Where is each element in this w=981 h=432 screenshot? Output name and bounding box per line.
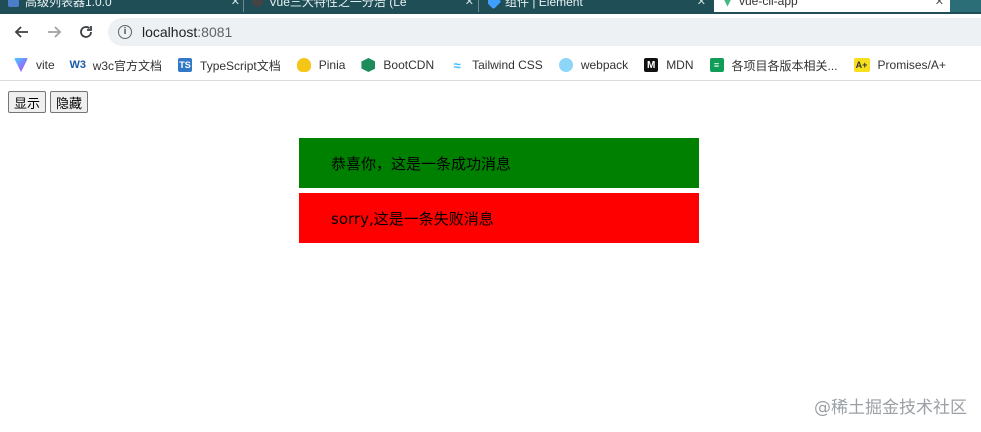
reload-button[interactable]: [72, 14, 100, 50]
tab-label: vue-cli-app: [739, 0, 798, 8]
bookmark-label: webpack: [580, 58, 629, 72]
reload-icon: [80, 26, 92, 38]
hide-button[interactable]: 隐藏: [50, 91, 89, 113]
bookmark-label: TypeScript文档: [200, 58, 281, 73]
bookmark-webpack[interactable]: webpack: [558, 58, 629, 72]
bookmarks-bar: vite W3 w3c官方文档 TS TypeScript文档 Pinia Bo…: [0, 50, 981, 81]
success-message: 恭喜你，这是一条成功消息: [299, 138, 699, 188]
page-content: 显示 隐藏 恭喜你，这是一条成功消息 sorry,这是一条失败消息 @稀土掘金技…: [0, 81, 981, 432]
close-icon[interactable]: ✕: [697, 0, 706, 8]
bookmark-w3c[interactable]: W3 w3c官方文档: [69, 57, 163, 74]
bookmark-vite[interactable]: vite: [14, 58, 55, 72]
tab-4[interactable]: vue-cli-app ✕: [714, 0, 952, 12]
bookmark-sheets[interactable]: ≡ 各项目各版本相关...: [709, 57, 838, 74]
new-tab-button[interactable]: [950, 0, 981, 12]
url-host: localhost: [142, 24, 198, 40]
promises-icon: A+: [853, 58, 870, 72]
bookmark-mdn[interactable]: M MDN: [644, 58, 694, 72]
vue-icon: [722, 0, 733, 7]
bookmark-label: Tailwind CSS: [472, 58, 543, 72]
url-port: :8081: [197, 24, 233, 40]
tab-2[interactable]: Vue三大特性之一分治 (Le ✕: [252, 0, 474, 12]
tab-divider: [243, 0, 244, 12]
bookmark-label: BootCDN: [383, 58, 435, 72]
bookmark-label: Promises/A+: [877, 58, 946, 72]
show-button[interactable]: 显示: [8, 91, 47, 113]
doc-icon: [8, 0, 19, 7]
bookmark-label: 各项目各版本相关...: [731, 58, 838, 73]
element-icon: [488, 0, 502, 9]
tab-strip: 高级列表器1.0.0 ✕ Vue三大特性之一分治 (Le ✕ 组件 | Elem…: [0, 0, 981, 14]
mdn-icon: M: [644, 58, 659, 72]
tab-divider: [478, 0, 479, 12]
tab-1[interactable]: 高级列表器1.0.0 ✕: [8, 0, 240, 12]
url-text: localhost:8081: [142, 24, 232, 40]
typescript-icon: TS: [178, 58, 193, 72]
tab-3[interactable]: 组件 | Element ✕: [488, 0, 706, 12]
avatar-icon: [252, 0, 263, 7]
close-icon[interactable]: ✕: [231, 0, 240, 8]
close-icon[interactable]: ✕: [465, 0, 474, 8]
w3c-icon: W3: [69, 59, 86, 71]
bookmark-promises[interactable]: A+ Promises/A+: [853, 58, 946, 72]
tab-label: 组件 | Element: [505, 0, 583, 9]
bookmark-label: vite: [36, 58, 55, 72]
back-button[interactable]: [8, 14, 36, 50]
bookmark-tailwind[interactable]: ≈ Tailwind CSS: [450, 57, 543, 73]
watermark: @稀土掘金技术社区: [814, 398, 967, 418]
pinia-icon: [296, 58, 311, 72]
back-arrow-icon: [14, 26, 28, 38]
bookmark-label: MDN: [666, 58, 694, 72]
bootcdn-icon: [361, 58, 376, 72]
bookmark-typescript[interactable]: TS TypeScript文档: [178, 57, 281, 74]
tab-label: 高级列表器1.0.0: [25, 0, 112, 9]
bookmark-pinia[interactable]: Pinia: [296, 58, 346, 72]
tab-label: Vue三大特性之一分治 (Le: [269, 0, 407, 9]
info-icon[interactable]: i: [118, 25, 132, 39]
sheets-icon: ≡: [709, 58, 724, 72]
forward-arrow-icon: [48, 26, 62, 38]
browser-toolbar: i localhost:8081: [0, 14, 981, 50]
forward-button[interactable]: [40, 14, 68, 50]
bookmark-label: w3c官方文档: [92, 58, 163, 73]
address-bar[interactable]: i localhost:8081: [108, 18, 981, 46]
error-message: sorry,这是一条失败消息: [299, 193, 699, 243]
close-icon[interactable]: ✕: [935, 0, 944, 8]
bookmark-label: Pinia: [318, 58, 346, 72]
vite-icon: [14, 58, 28, 72]
webpack-icon: [558, 58, 573, 72]
bookmark-bootcdn[interactable]: BootCDN: [361, 58, 434, 72]
tailwind-icon: ≈: [453, 57, 461, 73]
